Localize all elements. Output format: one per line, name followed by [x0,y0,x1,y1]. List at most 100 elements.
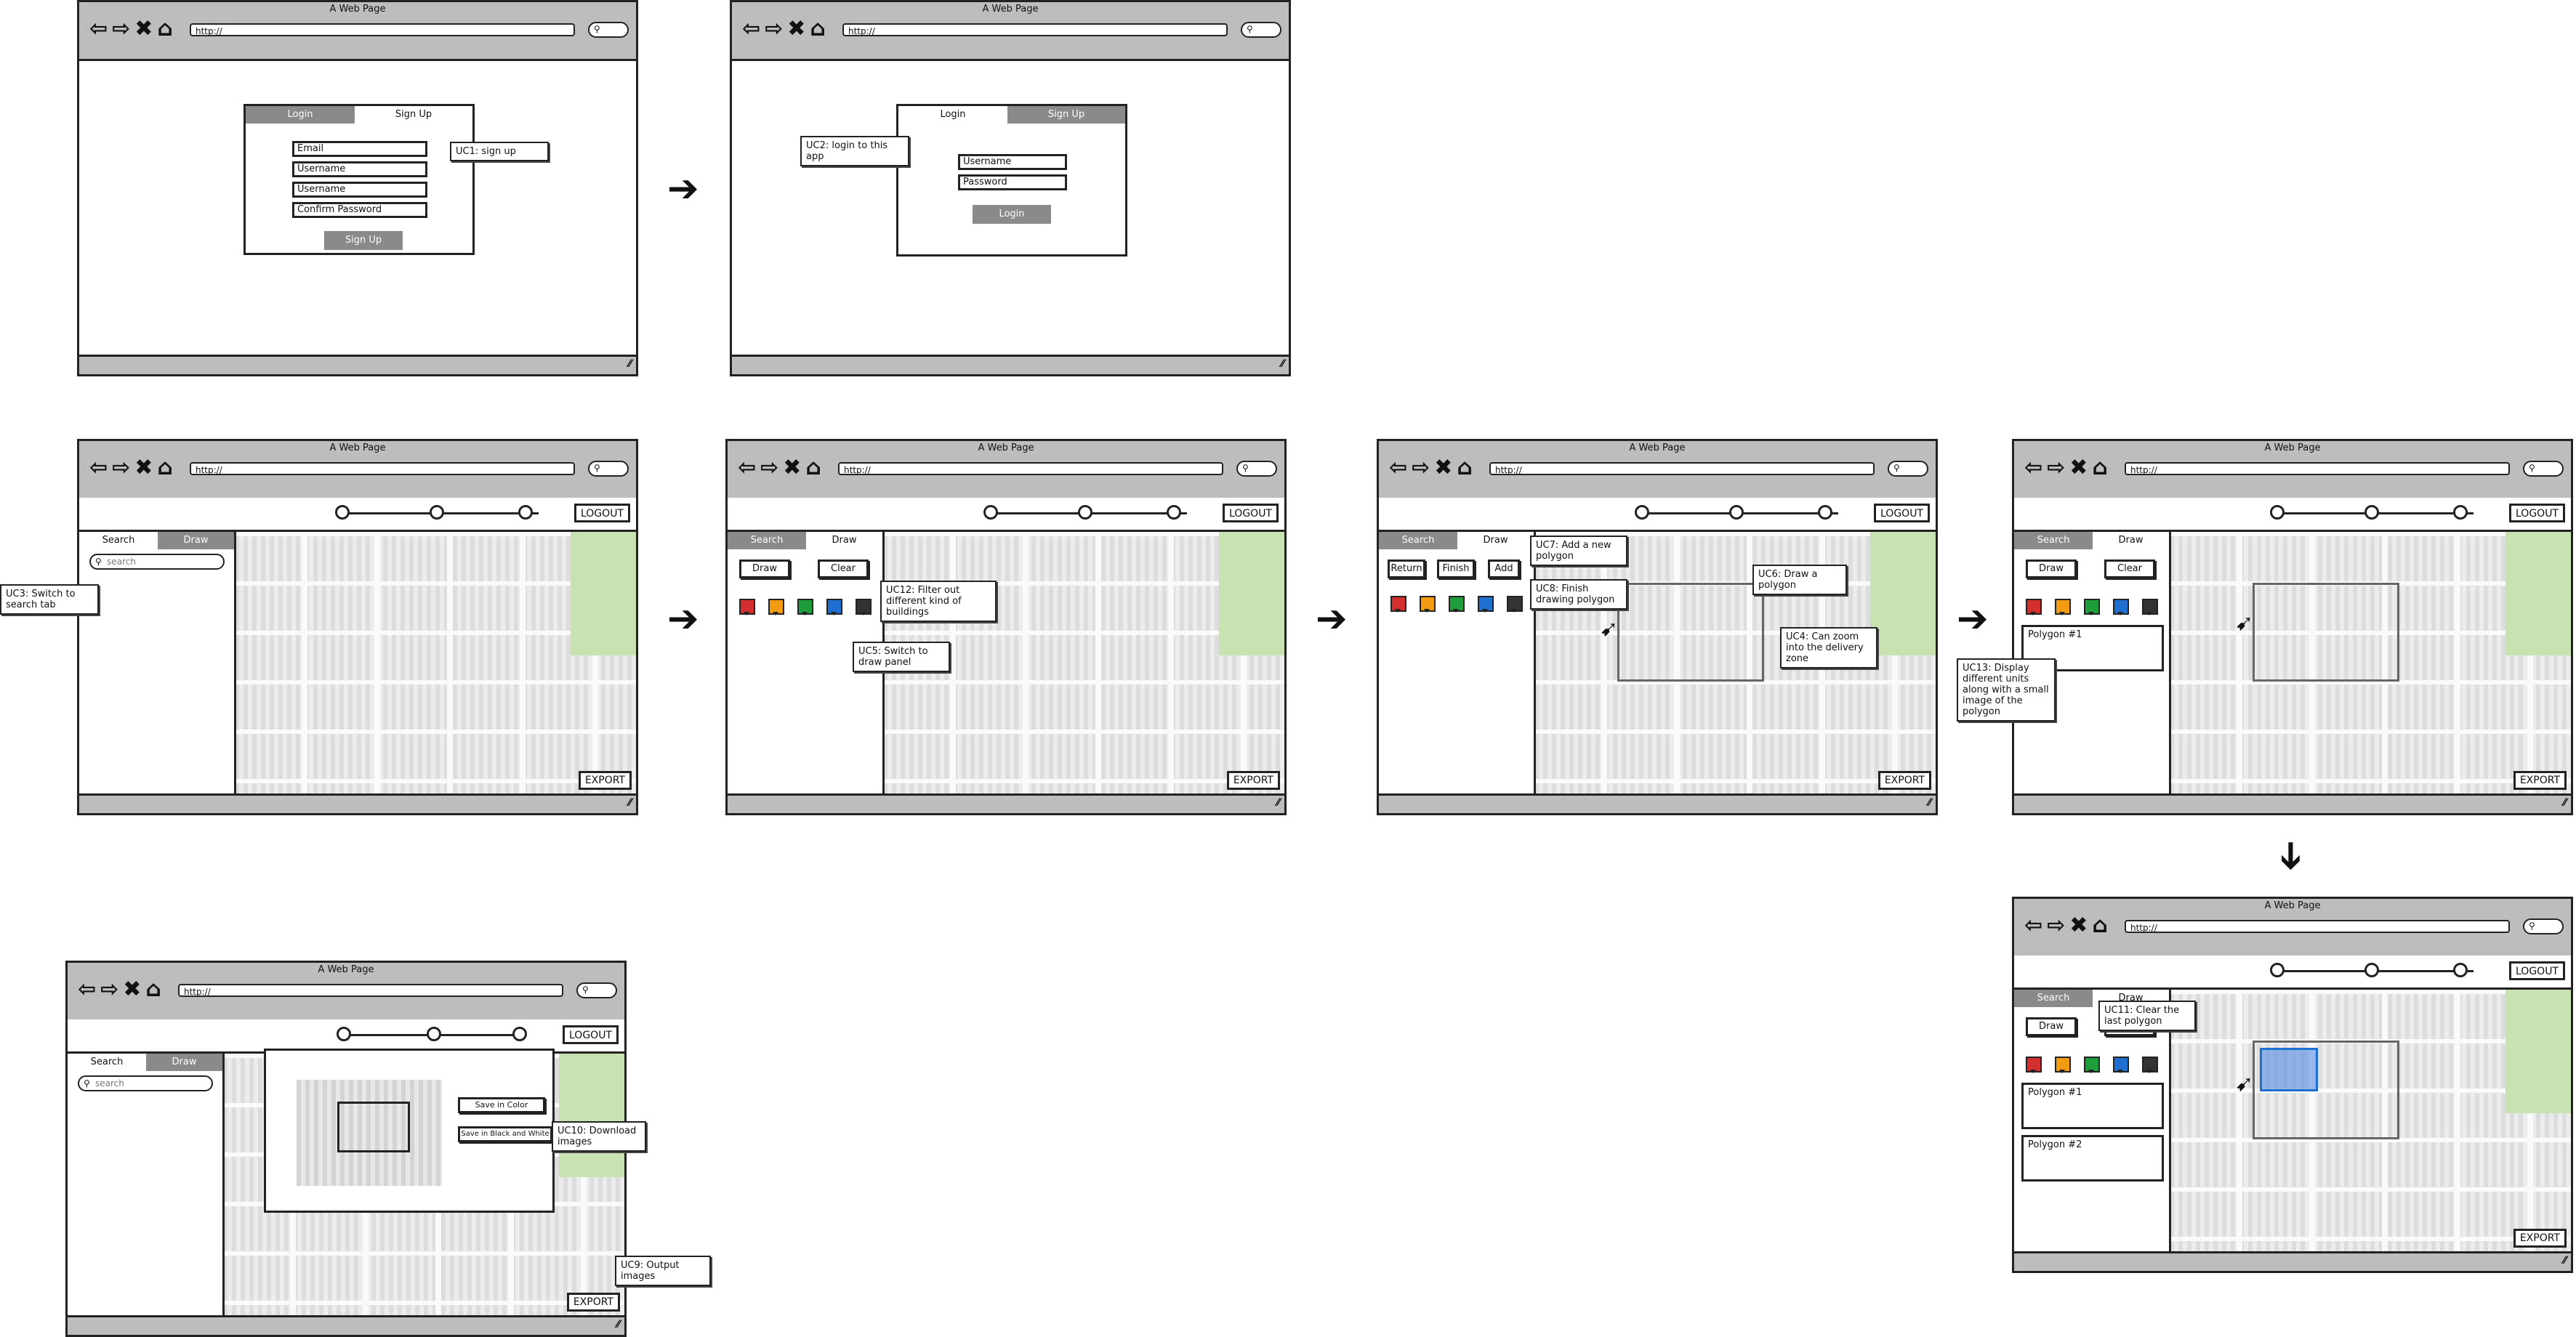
url-bar[interactable]: http:// [842,23,1228,36]
clear-button[interactable]: Clear [818,560,869,578]
home-icon[interactable]: ⌂ [805,457,821,479]
browser-search-pill[interactable]: ⚲ [2523,918,2564,934]
zoom-slider-handle[interactable] [2364,963,2379,977]
zoom-slider-stop[interactable] [2453,963,2468,977]
forward-icon[interactable]: ⇨ [1412,457,1430,479]
zoom-slider-stop[interactable] [518,505,533,520]
export-button[interactable]: EXPORT [1877,771,1931,790]
home-icon[interactable]: ⌂ [2092,457,2107,479]
signup-button[interactable]: Sign Up [324,231,403,250]
save-color-button[interactable]: Save in Color [458,1097,545,1113]
url-bar[interactable]: http:// [2125,920,2510,933]
save-bw-button[interactable]: Save in Black and White [458,1126,552,1142]
back-icon[interactable]: ⇦ [1389,457,1407,479]
tab-login[interactable]: Login [246,106,355,124]
orange-filter-swatch[interactable] [2055,599,2071,615]
tab-login[interactable]: Login [898,106,1007,124]
username-field-2[interactable]: Username [292,182,427,198]
close-icon[interactable]: ✖ [134,18,153,40]
forward-icon[interactable]: ⇨ [765,18,783,40]
tab-search[interactable]: Search [2014,532,2093,549]
export-button[interactable]: EXPORT [1226,771,1280,790]
zoom-slider-stop[interactable] [512,1027,527,1041]
browser-search-pill[interactable]: ⚲ [576,982,617,998]
email-field[interactable]: Email [292,141,427,157]
close-icon[interactable]: ✖ [134,457,153,479]
close-icon[interactable]: ✖ [123,979,141,1001]
tab-draw[interactable]: Draw [2093,532,2169,549]
logout-button[interactable]: LOGOUT [1874,504,1930,522]
resize-grip-icon[interactable]: ⁄⁄ [628,797,632,809]
back-icon[interactable]: ⇦ [742,18,760,40]
home-icon[interactable]: ⌂ [2092,915,2107,937]
browser-search-pill[interactable]: ⚲ [588,461,629,477]
forward-icon[interactable]: ⇨ [112,18,130,40]
blue-filter-swatch[interactable] [826,599,842,615]
zoom-slider-handle[interactable] [1078,505,1092,520]
back-icon[interactable]: ⇦ [2024,457,2042,479]
add-button[interactable]: Add [1488,560,1520,578]
green-filter-swatch[interactable] [2084,1057,2100,1073]
zoom-slider-stop[interactable] [983,505,998,520]
blue-filter-swatch[interactable] [1478,596,1494,613]
logout-button[interactable]: LOGOUT [1223,504,1279,522]
forward-icon[interactable]: ⇨ [760,457,778,479]
blue-filter-swatch[interactable] [2113,1057,2129,1073]
url-bar[interactable]: http:// [190,23,575,36]
search-input[interactable]: ⚲ search [78,1075,213,1091]
black-filter-swatch[interactable] [2142,599,2158,615]
forward-icon[interactable]: ⇨ [100,979,118,1001]
orange-filter-swatch[interactable] [2055,1057,2071,1073]
tab-draw[interactable]: Draw [1457,532,1534,549]
zoom-slider-handle[interactable] [430,505,444,520]
tab-draw[interactable]: Draw [158,532,234,549]
export-button[interactable]: EXPORT [2513,1229,2567,1248]
zoom-slider-stop[interactable] [1818,505,1832,520]
url-bar[interactable]: http:// [190,462,575,475]
close-icon[interactable]: ✖ [2069,915,2088,937]
green-filter-swatch[interactable] [2084,599,2100,615]
zoom-slider-handle[interactable] [427,1027,441,1041]
green-filter-swatch[interactable] [797,599,813,615]
finish-button[interactable]: Finish [1437,560,1475,578]
orange-filter-swatch[interactable] [1420,596,1436,613]
home-icon[interactable]: ⌂ [157,18,172,40]
black-filter-swatch[interactable] [2142,1057,2158,1073]
url-bar[interactable]: http:// [1489,462,1875,475]
back-icon[interactable]: ⇦ [78,979,96,1001]
clear-button[interactable]: Clear [2104,560,2155,578]
browser-search-pill[interactable]: ⚲ [1236,461,1277,477]
forward-icon[interactable]: ⇨ [112,457,130,479]
polygon-card-1[interactable]: Polygon #1 [2021,1083,2164,1129]
tab-draw[interactable]: Draw [146,1054,222,1071]
export-button[interactable]: EXPORT [578,771,632,790]
zoom-slider-stop[interactable] [335,505,350,520]
map-view[interactable] [2170,990,2571,1253]
confirm-password-field[interactable]: Confirm Password [292,202,427,218]
draw-button[interactable]: Draw [2026,1017,2077,1036]
url-bar[interactable]: http:// [838,462,1223,475]
map-view[interactable] [2170,532,2571,796]
red-filter-swatch[interactable] [1390,596,1406,613]
logout-button[interactable]: LOGOUT [2509,961,2565,980]
browser-search-pill[interactable]: ⚲ [1241,22,1281,38]
zoom-slider-stop[interactable] [337,1027,351,1041]
green-filter-swatch[interactable] [1449,596,1465,613]
password-field[interactable]: Password [958,174,1067,190]
logout-button[interactable]: LOGOUT [574,504,630,522]
blue-filter-swatch[interactable] [2113,599,2129,615]
tab-draw[interactable]: Draw [806,532,882,549]
delivery-zone-polygon[interactable] [2253,583,2399,682]
red-filter-swatch[interactable] [2026,1057,2042,1073]
zoom-slider-handle[interactable] [1729,505,1744,520]
tab-search[interactable]: Search [728,532,806,549]
search-input[interactable]: ⚲ search [89,554,225,570]
back-icon[interactable]: ⇦ [89,457,108,479]
tab-search[interactable]: Search [79,532,158,549]
username-field[interactable]: Username [292,161,427,177]
tab-search[interactable]: Search [68,1054,146,1071]
back-icon[interactable]: ⇦ [2024,915,2042,937]
export-button[interactable]: EXPORT [566,1293,620,1312]
browser-search-pill[interactable]: ⚲ [2523,461,2564,477]
browser-search-pill[interactable]: ⚲ [588,22,629,38]
